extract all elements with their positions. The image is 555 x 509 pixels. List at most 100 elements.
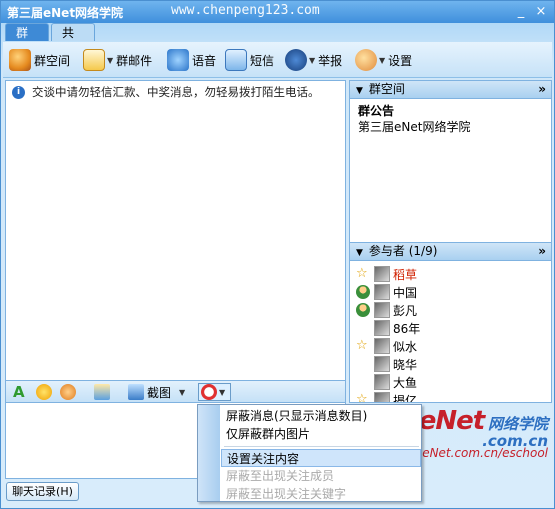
send-image-button[interactable] [94,383,110,401]
sms-icon [225,49,247,71]
magic-emoticon-button[interactable] [60,383,76,401]
expand-more-icon[interactable]: » [538,81,546,98]
qq-group-chat-window: 第三届eNet网络学院 www.chenpeng123.com _ × 群聊 共… [0,0,555,509]
group-space-label: 群空间 [34,53,71,68]
collapse-arrow-icon: ▼ [356,86,363,96]
menu-item-block-until-member[interactable]: 屏蔽至出现关注成员 [226,467,334,485]
announcement-title: 群公告 [358,104,395,118]
font-icon: A [13,383,25,401]
member-item[interactable]: ☆ 稻草 [350,265,551,283]
window-title: 第三届eNet网络学院 [7,6,124,20]
announcement-body: 第三届eNet网络学院 [358,120,471,134]
members-panel: ▼ 参与者 (1/9) » ☆ 稻草中国 彭凡 86年 ☆ 似水晓华大鱼 ☆ 揭亿 [349,242,552,403]
group-mail-label: 群邮件 [116,53,153,68]
tab-group-chat[interactable]: 群聊 [5,23,49,58]
chevron-down-icon[interactable]: ▼ [379,56,385,65]
block-options-menu: 屏蔽消息(只显示消息数目) 仅屏蔽群内图片 设置关注内容 屏蔽至出现关注成员 屏… [197,404,422,502]
member-list: ☆ 稻草中国 彭凡 86年 ☆ 似水晓华大鱼 ☆ 揭亿 [350,261,551,403]
mail-icon [83,49,105,71]
menu-item-block-messages[interactable]: 屏蔽消息(只显示消息数目) [226,407,367,425]
group-space-panel: ▼ 群空间 » 群公告 第三届eNet网络学院 [349,80,552,246]
voice-icon [167,49,189,71]
screenshot-label: 截图 [147,385,172,400]
avatar [374,302,390,318]
avatar [374,284,390,300]
collapse-arrow-icon: ▼ [356,248,363,258]
menu-separator [224,446,419,447]
admin-star-icon: ☆ [356,338,368,353]
member-item[interactable]: ☆ 似水 [350,337,551,355]
close-button[interactable]: × [533,4,549,20]
group-space-button[interactable]: 群空间 [9,48,70,72]
member-name: 中国 [393,285,418,300]
avatar [374,266,390,282]
member-name: 似水 [393,339,418,354]
menu-item-block-until-keyword[interactable]: 屏蔽至出现关注关键字 [226,485,346,503]
emoticon-button[interactable] [36,383,52,401]
report-icon [285,49,307,71]
editor-toolbar: A 截图 ▼ ▼ [5,381,346,403]
settings-button[interactable]: ▼ 设置 [355,48,412,72]
report-label: 举报 [318,53,343,68]
chat-history-button[interactable]: 聊天记录(H) [6,482,79,501]
avatar [374,392,390,402]
tab-share[interactable]: 共享 [51,23,95,58]
group-space-header[interactable]: ▼ 群空间 » [350,81,551,99]
menu-item-set-focus[interactable]: 设置关注内容 [221,449,421,467]
avatar [374,338,390,354]
members-header[interactable]: ▼ 参与者 (1/9) » [350,243,551,261]
smiley-icon [36,384,52,400]
sms-label: 短信 [250,53,275,68]
voice-label: 语音 [192,53,217,68]
sms-button[interactable]: 短信 [225,48,274,72]
group-space-header-label: 群空间 [368,82,405,96]
avatar [374,320,390,336]
member-name: 稻草 [393,267,418,282]
member-name: 晓华 [393,357,418,372]
block-messages-button[interactable]: ▼ [198,383,232,401]
member-name: 大鱼 [393,375,418,390]
voice-button[interactable]: 语音 [167,48,216,72]
chevron-down-icon[interactable]: ▼ [107,56,113,65]
avatar [374,356,390,372]
member-item[interactable]: 中国 [350,283,551,301]
report-button[interactable]: ▼ 举报 [285,48,342,72]
block-icon [201,384,217,400]
chevron-down-icon[interactable]: ▼ [309,56,315,65]
brand-name: eNet [418,406,485,436]
security-notice: i 交谈中请勿轻信汇款、中奖消息，勿轻易拨打陌生电话。 [12,84,320,100]
group-space-icon [9,49,31,71]
members-header-label: 参与者 (1/9) [368,244,438,258]
settings-icon [355,49,377,71]
screenshot-button[interactable]: 截图 ▼ [128,383,188,401]
member-item[interactable]: 大鱼 [350,373,551,391]
avatar [374,374,390,390]
member-item[interactable]: 彭凡 [350,301,551,319]
member-icon [356,303,370,317]
role-placeholder [356,357,370,371]
role-placeholder [356,375,370,389]
settings-label: 设置 [388,53,413,68]
main-toolbar: 群空间 ▼ 群邮件 语音 短信 ▼ 举报 ▼ 设置 [3,42,552,78]
minimize-button[interactable]: _ [513,4,529,20]
group-mail-button[interactable]: ▼ 群邮件 [83,48,152,72]
image-icon [94,384,110,400]
chevron-down-icon[interactable]: ▼ [219,388,225,397]
announcement: 群公告 第三届eNet网络学院 [350,99,551,139]
chevron-down-icon[interactable]: ▼ [179,388,185,397]
member-item[interactable]: 86年 [350,319,551,337]
member-icon [356,285,370,299]
admin-star-icon: ☆ [356,392,368,403]
message-area[interactable]: i 交谈中请勿轻信汇款、中奖消息，勿轻易拨打陌生电话。 [5,80,346,381]
member-name: 揭亿 [393,393,418,403]
brand-cn: 网络学院 [487,415,548,433]
info-icon: i [12,85,25,99]
title-bar[interactable]: 第三届eNet网络学院 www.chenpeng123.com _ × [1,1,554,23]
expand-more-icon[interactable]: » [538,243,546,260]
menu-item-block-images[interactable]: 仅屏蔽群内图片 [226,425,310,443]
member-name: 86年 [393,321,421,336]
member-item[interactable]: 晓华 [350,355,551,373]
font-button[interactable]: A [13,383,25,401]
admin-star-icon: ☆ [356,266,368,281]
member-item[interactable]: ☆ 揭亿 [350,391,551,403]
